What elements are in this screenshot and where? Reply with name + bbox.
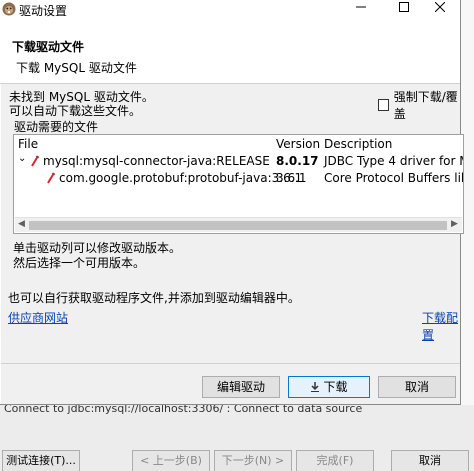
driver-files-table[interactable]: File Version Description ⌄ mysql:mysql-c… (13, 134, 464, 234)
hint-line-3: 也可以自行获取驱动程序文件,并添加到驱动编辑器中。 (8, 291, 300, 305)
version-cell[interactable]: 8.0.17 (276, 154, 319, 168)
driver-plug-icon (31, 155, 40, 167)
close-icon (434, 1, 446, 13)
dbeaver-app-icon (2, 2, 16, 16)
force-download-label: 强制下载/覆盖 (393, 90, 458, 121)
driver-plug-icon (47, 172, 56, 184)
table-row[interactable]: ⌄ mysql:mysql-connector-java:RELEASE 8.0… (14, 153, 463, 170)
header-description: 下载 MySQL 驱动文件 (16, 61, 137, 75)
expand-chevron-icon[interactable]: ⌄ (18, 153, 26, 164)
maximize-button[interactable] (384, 0, 424, 19)
scroll-right-icon[interactable]: ▶ (451, 219, 458, 229)
next-button[interactable]: 下一步(N) > (214, 450, 292, 471)
force-download-checkbox[interactable] (378, 99, 389, 111)
header-title: 下载驱动文件 (12, 40, 85, 54)
close-button[interactable] (420, 0, 460, 19)
file-name-cell: com.google.protobuf:protobuf-java:3.6.1 (59, 171, 303, 185)
dialog-body: 未找到 MySQL 驱动文件。 可以自动下载这些文件。 强制下载/覆盖 驱动需要… (1, 84, 464, 404)
scroll-left-icon[interactable]: ◀ (18, 219, 25, 229)
download-button-label: 下载 (323, 380, 348, 394)
files-group-label: 驱动需要的文件 (14, 120, 99, 134)
column-header-description[interactable]: Description (324, 137, 392, 151)
download-button[interactable]: 下载 (288, 376, 370, 398)
message-line-2: 可以自动下载这些文件。 (9, 104, 142, 118)
download-config-link[interactable]: 下载配置 (422, 309, 460, 343)
scrollbar-thumb[interactable] (29, 221, 447, 230)
dialog-header: 下载驱动文件 下载 MySQL 驱动文件 (1, 30, 460, 82)
column-header-version[interactable]: Version (276, 137, 320, 151)
hint-line-2: 然后选择一个可用版本。 (13, 256, 146, 270)
description-cell: Core Protocol Buffers librar (324, 171, 463, 185)
table-row[interactable]: com.google.protobuf:protobuf-java:3.6.1 … (14, 171, 463, 187)
column-header-file[interactable]: File (18, 137, 38, 151)
driver-settings-dialog: 驱动设置 下载驱动文件 下载 MySQL 驱动文件 未找到 MySQL 驱动文件… (0, 0, 464, 405)
window-title: 驱动设置 (19, 4, 68, 18)
back-button[interactable]: < 上一步(B) (132, 450, 210, 471)
download-icon (311, 382, 320, 392)
minimize-button[interactable] (341, 0, 381, 19)
description-cell: JDBC Type 4 driver for MyS (324, 154, 463, 168)
finish-button[interactable]: 完成(F) (296, 450, 374, 471)
maximize-icon (399, 2, 409, 12)
file-name-cell: mysql:mysql-connector-java:RELEASE (43, 154, 270, 168)
cancel-button[interactable]: 取消 (378, 376, 456, 398)
test-connection-button[interactable]: 测试连接(T)... (2, 450, 80, 471)
title-bar[interactable]: 驱动设置 (0, 0, 460, 19)
version-cell[interactable]: 3.6.1 (276, 171, 307, 185)
minimize-icon (356, 6, 366, 8)
horizontal-scrollbar[interactable]: ◀ ▶ (15, 217, 462, 232)
background-button-bar: 测试连接(T)... < 上一步(B) 下一步(N) > 完成(F) 取消 (0, 445, 474, 471)
force-download-option[interactable]: 强制下载/覆盖 (378, 88, 460, 122)
footer-separator (1, 363, 460, 364)
edit-driver-button[interactable]: 编辑驱动 (202, 376, 280, 398)
vendor-website-link[interactable]: 供应商网站 (8, 309, 68, 326)
background-cancel-button[interactable]: 取消 (391, 450, 469, 471)
